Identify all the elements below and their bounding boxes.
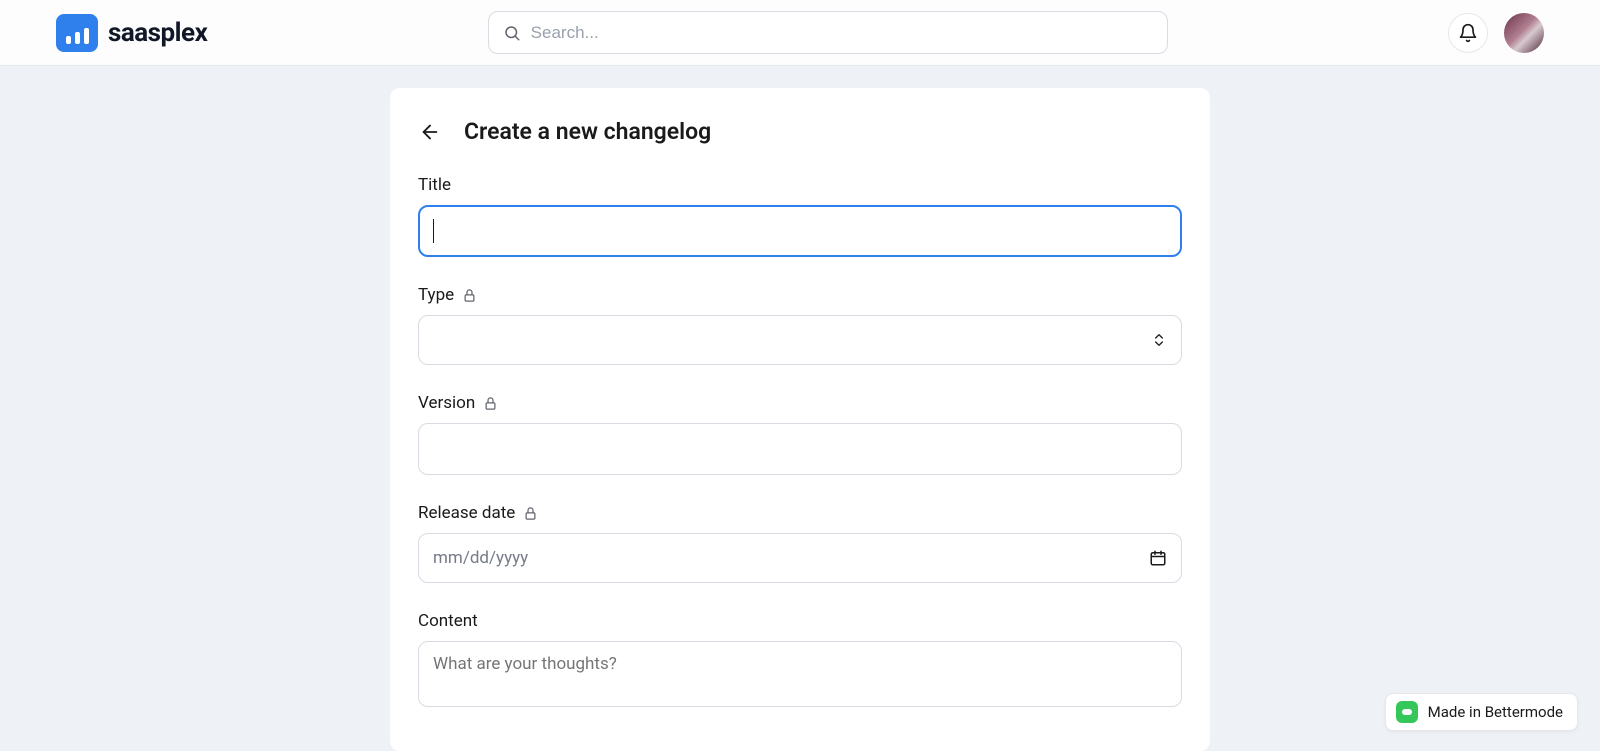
arrow-left-icon [419, 121, 441, 143]
type-label: Type [418, 285, 454, 305]
bettermode-logo-icon [1396, 701, 1418, 723]
content-field: Content [418, 611, 1182, 711]
create-changelog-card: Create a new changelog Title Type Versio… [390, 88, 1210, 751]
release-date-placeholder: mm/dd/yyyy [433, 548, 528, 568]
card-header: Create a new changelog [418, 118, 1182, 145]
version-field: Version [418, 393, 1182, 475]
search-input[interactable] [529, 22, 1153, 44]
release-date-label: Release date [418, 503, 515, 523]
brand-name: saasplex [108, 18, 207, 48]
type-field: Type [418, 285, 1182, 365]
text-caret [433, 219, 434, 243]
notifications-button[interactable] [1448, 13, 1488, 53]
title-field: Title [418, 175, 1182, 257]
header-right [1448, 13, 1544, 53]
back-button[interactable] [418, 120, 442, 144]
app-header: saasplex [0, 0, 1600, 66]
badge-text: Made in Bettermode [1428, 703, 1563, 721]
bell-icon [1458, 23, 1478, 43]
title-input[interactable] [418, 205, 1182, 257]
version-input[interactable] [418, 423, 1182, 475]
brand-logo-icon [56, 14, 98, 52]
content-textarea[interactable] [418, 641, 1182, 707]
release-date-input[interactable]: mm/dd/yyyy [418, 533, 1182, 583]
made-in-bettermode-badge[interactable]: Made in Bettermode [1385, 693, 1578, 731]
lock-icon [462, 288, 477, 303]
search-icon [503, 24, 521, 42]
search-wrap [488, 11, 1168, 54]
lock-icon [523, 506, 538, 521]
brand[interactable]: saasplex [56, 14, 207, 52]
type-select[interactable] [418, 315, 1182, 365]
chevron-up-down-icon [1151, 331, 1167, 349]
search-box[interactable] [488, 11, 1168, 54]
page-title: Create a new changelog [464, 118, 711, 145]
calendar-icon [1149, 549, 1167, 567]
content-label: Content [418, 611, 478, 631]
title-label: Title [418, 175, 451, 195]
version-label: Version [418, 393, 475, 413]
release-date-field: Release date mm/dd/yyyy [418, 503, 1182, 583]
user-avatar[interactable] [1504, 13, 1544, 53]
lock-icon [483, 396, 498, 411]
